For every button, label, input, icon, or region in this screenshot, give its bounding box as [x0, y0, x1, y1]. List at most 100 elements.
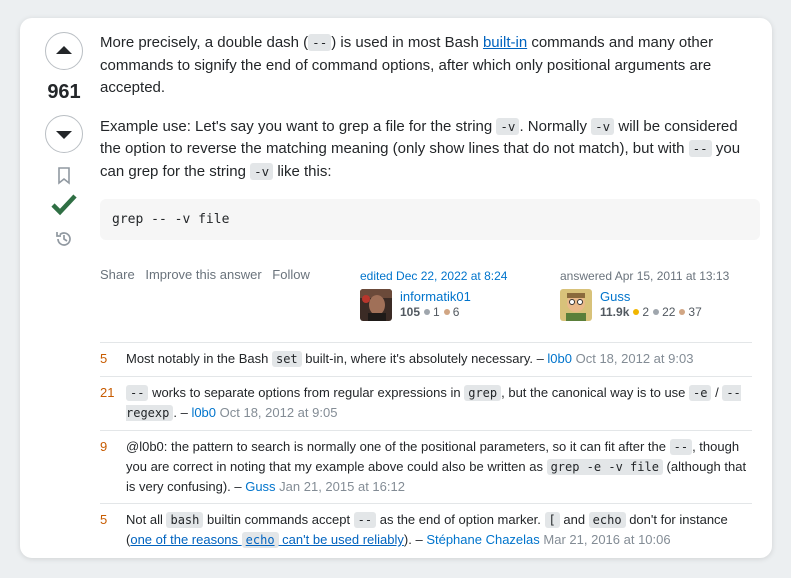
- post-actions: Share Improve this answer Follow: [100, 267, 317, 282]
- inline-code: -v: [250, 162, 274, 180]
- vote-count: 961: [47, 81, 81, 103]
- paragraph-1: More precisely, a double dash (--) is us…: [100, 32, 760, 100]
- text: built-in, where it's absolutely necessar…: [301, 351, 548, 366]
- arrow-down-icon: [56, 131, 72, 139]
- answer-card: 961 More precisely, a double dash (--) i…: [20, 18, 772, 558]
- comment-list: 5 Most notably in the Bash set built-in,…: [100, 342, 752, 557]
- comment-body: Not all bash builtin commands accept -- …: [126, 510, 752, 550]
- comment-score: 9: [100, 439, 108, 454]
- silver-count: 22: [662, 305, 676, 319]
- post-meta: Share Improve this answer Follow edited …: [100, 266, 760, 326]
- reasons-link[interactable]: one of the reasons echo can't be used re…: [130, 532, 404, 548]
- text: and: [559, 512, 589, 527]
- rep-score: 11.9k: [600, 305, 630, 319]
- inline-code: bash: [166, 512, 204, 528]
- text: as the end of option marker.: [376, 512, 545, 527]
- comment-body: @l0b0: the pattern to search is normally…: [126, 437, 752, 496]
- silver-badge-icon: [424, 309, 431, 316]
- accepted-check: [50, 193, 78, 217]
- bookmark-button[interactable]: [57, 167, 71, 185]
- answered-date: answered Apr 15, 2011 at 13:13: [560, 269, 730, 283]
- accepted-check-icon: [51, 194, 77, 216]
- link-text: can't be used reliably: [278, 532, 404, 547]
- answer-body: More precisely, a double dash (--) is us…: [100, 32, 760, 240]
- inline-code: --: [308, 34, 332, 51]
- text: , but the canonical way is to use: [501, 385, 690, 400]
- text: like this:: [273, 162, 332, 180]
- author-reputation: 11.9k 2 22 37: [600, 304, 702, 321]
- share-link[interactable]: Share: [100, 267, 135, 282]
- comment-date[interactable]: Oct 18, 2012 at 9:03: [572, 351, 694, 366]
- improve-answer-link[interactable]: Improve this answer: [145, 267, 261, 282]
- text: . Normally: [519, 117, 592, 135]
- gold-count: 2: [642, 305, 650, 319]
- vote-cell: 961: [42, 32, 86, 249]
- bronze-count: 37: [688, 305, 702, 319]
- comment-score: 21: [100, 385, 115, 400]
- author-name[interactable]: Guss: [600, 289, 702, 304]
- inline-code: --: [669, 439, 693, 455]
- comment-score: 5: [100, 351, 108, 366]
- comment-body: Most notably in the Bash set built-in, w…: [126, 349, 752, 369]
- text: /: [711, 385, 723, 400]
- rep-score: 105: [400, 305, 421, 319]
- silver-count: 1: [433, 305, 440, 319]
- comment-score: 5: [100, 512, 108, 527]
- inline-code: --: [688, 140, 712, 157]
- comment-date[interactable]: Oct 18, 2012 at 9:05: [216, 405, 338, 420]
- text: Example use: Let's say you want to grep …: [100, 117, 497, 135]
- comment-user-link[interactable]: l0b0: [191, 405, 216, 420]
- comment-body: -- works to separate options from regula…: [126, 383, 752, 423]
- comment: 9 @l0b0: the pattern to search is normal…: [100, 431, 752, 504]
- inline-code: -e: [689, 385, 712, 401]
- text: More precisely, a double dash (: [100, 34, 309, 51]
- bronze-badge-icon: [679, 309, 686, 316]
- inline-code: -v: [591, 117, 615, 135]
- gold-badge-icon: [633, 309, 640, 316]
- inline-code: -v: [496, 117, 520, 135]
- editor-avatar[interactable]: [360, 289, 392, 321]
- inline-code: grep: [464, 385, 502, 401]
- built-in-link[interactable]: built-in: [483, 34, 527, 51]
- text: @l0b0: the pattern to search is normally…: [126, 439, 670, 454]
- history-button[interactable]: [54, 229, 74, 249]
- downvote-button[interactable]: [45, 115, 83, 153]
- author-avatar[interactable]: [560, 289, 592, 321]
- comment-user-link[interactable]: Stéphane Chazelas: [426, 532, 539, 547]
- arrow-up-icon: [56, 46, 72, 54]
- comment: 21 -- works to separate options from reg…: [100, 377, 752, 431]
- bronze-count: 6: [452, 305, 460, 319]
- inline-code: echo: [241, 532, 279, 548]
- text: ). –: [403, 532, 427, 547]
- code-block: grep -- -v file: [100, 199, 760, 240]
- inline-code: [: [544, 512, 560, 528]
- inline-code: --: [353, 512, 377, 528]
- upvote-button[interactable]: [45, 32, 83, 70]
- comment-date[interactable]: Mar 21, 2016 at 10:06: [540, 532, 670, 547]
- author-signature: answered Apr 15, 2011 at 13:13 Guss 11.9…: [560, 269, 729, 321]
- text: builtin commands accept: [203, 512, 354, 527]
- text: . –: [173, 405, 192, 420]
- comment-user-link[interactable]: Guss: [245, 479, 275, 494]
- paragraph-2: Example use: Let's say you want to grep …: [100, 116, 760, 184]
- inline-code: --: [126, 385, 149, 401]
- comment: 5 Not all bash builtin commands accept -…: [100, 504, 752, 557]
- editor-name[interactable]: informatik01: [400, 289, 471, 304]
- inline-code: set: [271, 351, 302, 367]
- inline-code: echo: [588, 512, 626, 528]
- comment-user-link[interactable]: l0b0: [547, 351, 572, 366]
- follow-link[interactable]: Follow: [272, 267, 310, 282]
- comment-date[interactable]: Jan 21, 2015 at 16:12: [276, 479, 405, 494]
- editor-signature: edited Dec 22, 2022 at 8:24 informatik01…: [360, 269, 507, 321]
- edited-date-link[interactable]: edited Dec 22, 2022 at 8:24: [360, 269, 507, 283]
- editor-reputation: 105 1 6: [400, 304, 471, 321]
- text: Not all: [126, 512, 167, 527]
- text: Most notably in the Bash: [126, 351, 272, 366]
- link-text: one of the reasons: [130, 532, 242, 547]
- bookmark-icon: [58, 167, 70, 185]
- history-icon: [56, 232, 71, 246]
- text: ) is used in most Bash: [331, 34, 483, 51]
- comment: 5 Most notably in the Bash set built-in,…: [100, 343, 752, 377]
- silver-badge-icon: [653, 309, 660, 316]
- bronze-badge-icon: [443, 309, 450, 316]
